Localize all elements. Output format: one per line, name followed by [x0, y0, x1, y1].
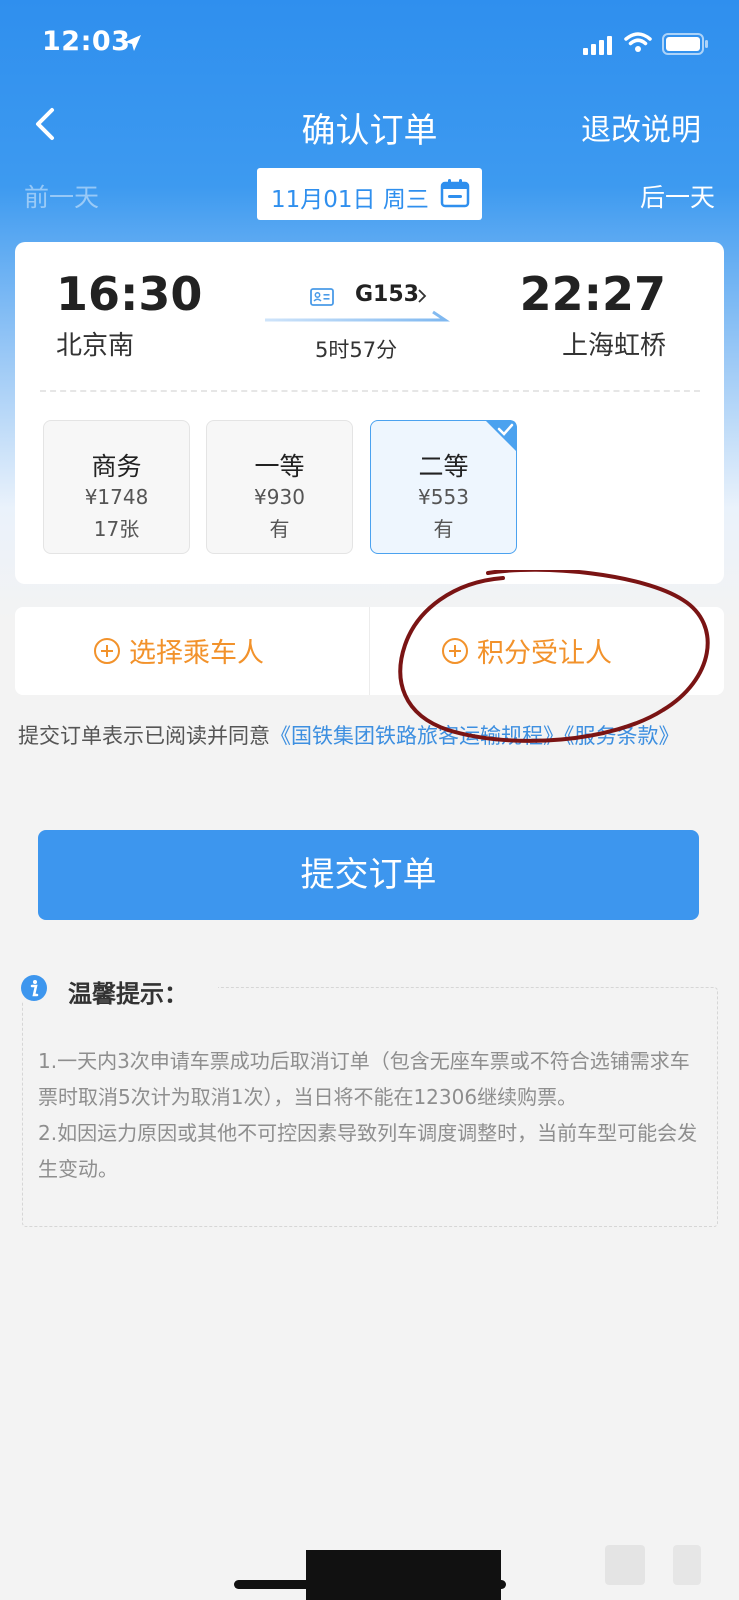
- battery-icon: [662, 33, 708, 55]
- service-terms-link[interactable]: 《服务条款》: [564, 724, 680, 748]
- seat-price: ¥930: [254, 485, 305, 509]
- arrival-time: 22:27: [519, 267, 666, 321]
- location-arrow-icon: [125, 35, 141, 51]
- date-selector: 前一天 11月01日 周三 后一天: [0, 168, 739, 222]
- watermark-mark: [673, 1545, 701, 1585]
- seat-option-first-class[interactable]: 一等 ¥930 有: [206, 420, 353, 554]
- cellular-signal-icon: [583, 36, 612, 55]
- previous-day-button[interactable]: 前一天: [24, 178, 99, 214]
- points-beneficiary-button[interactable]: 积分受让人: [441, 631, 612, 670]
- tips-list: 1.一天内3次申请车票成功后取消订单（包含无座车票或不符合选铺需求车票时取消5次…: [38, 1043, 706, 1187]
- chevron-right-icon: [418, 289, 427, 303]
- seat-availability: 17张: [93, 517, 140, 541]
- dashed-divider: [40, 390, 700, 392]
- calendar-icon: [440, 179, 470, 208]
- transport-rules-link[interactable]: 《国铁集团铁路旅客运输规程》: [270, 724, 564, 748]
- tips-title: 温馨提示：: [68, 980, 188, 1008]
- status-time: 12:03: [42, 26, 131, 57]
- refund-change-policy-button[interactable]: 退改说明: [581, 105, 701, 149]
- tip-item: 1.一天内3次申请车票成功后取消订单（包含无座车票或不符合选铺需求车票时取消5次…: [38, 1049, 690, 1109]
- id-card-icon: [310, 288, 334, 306]
- home-indicator: [234, 1580, 506, 1589]
- trip-duration: 5时57分: [315, 338, 398, 362]
- train-number[interactable]: G153: [355, 282, 419, 307]
- seat-class: 一等: [254, 452, 305, 481]
- seat-class: 商务: [91, 452, 142, 481]
- info-icon: [21, 975, 47, 1001]
- next-day-button[interactable]: 后一天: [640, 178, 715, 214]
- seat-price: ¥553: [418, 485, 469, 509]
- seat-price: ¥1748: [84, 485, 149, 509]
- select-passenger-button[interactable]: 选择乘车人: [93, 631, 264, 670]
- seat-option-business[interactable]: 商务 ¥1748 17张: [43, 420, 190, 554]
- departure-time: 16:30: [56, 267, 203, 321]
- status-bar: 12:03: [0, 0, 739, 90]
- vertical-divider: [369, 607, 370, 695]
- add-circle-icon: [442, 637, 468, 664]
- seat-class: 二等: [418, 452, 469, 481]
- selected-date: 11月01日 周三: [271, 187, 429, 213]
- selected-check-icon: [485, 420, 517, 452]
- seat-availability: 有: [433, 517, 454, 541]
- redaction-block: [306, 1550, 501, 1600]
- route-arrow-icon: [265, 310, 450, 322]
- date-picker-button[interactable]: 11月01日 周三: [257, 168, 482, 220]
- arrival-station: 上海虹桥: [561, 331, 666, 361]
- passenger-actions: 选择乘车人 积分受让人: [15, 607, 724, 695]
- departure-station: 北京南: [56, 331, 135, 361]
- agreement-prefix: 提交订单表示已阅读并同意: [18, 724, 270, 748]
- submit-order-button[interactable]: 提交订单: [38, 830, 699, 920]
- select-passenger-label: 选择乘车人: [129, 638, 264, 669]
- seat-option-second-class[interactable]: 二等 ¥553 有: [370, 420, 517, 554]
- wifi-icon: [624, 32, 652, 52]
- seat-availability: 有: [269, 517, 290, 541]
- tip-item: 2.如因运力原因或其他不可控因素导致列车调度调整时，当前车型可能会发生变动。: [38, 1121, 698, 1181]
- train-info-card: 16:30 北京南 G153 5时57分 22:27 上海虹桥 商务 ¥1748…: [15, 242, 724, 584]
- add-circle-icon: [94, 637, 120, 664]
- watermark-mark: [605, 1545, 645, 1585]
- navigation-bar: 确认订单 退改说明: [0, 95, 739, 155]
- points-beneficiary-label: 积分受让人: [477, 638, 612, 669]
- agreement-notice: 提交订单表示已阅读并同意《国铁集团铁路旅客运输规程》《服务条款》: [18, 718, 718, 754]
